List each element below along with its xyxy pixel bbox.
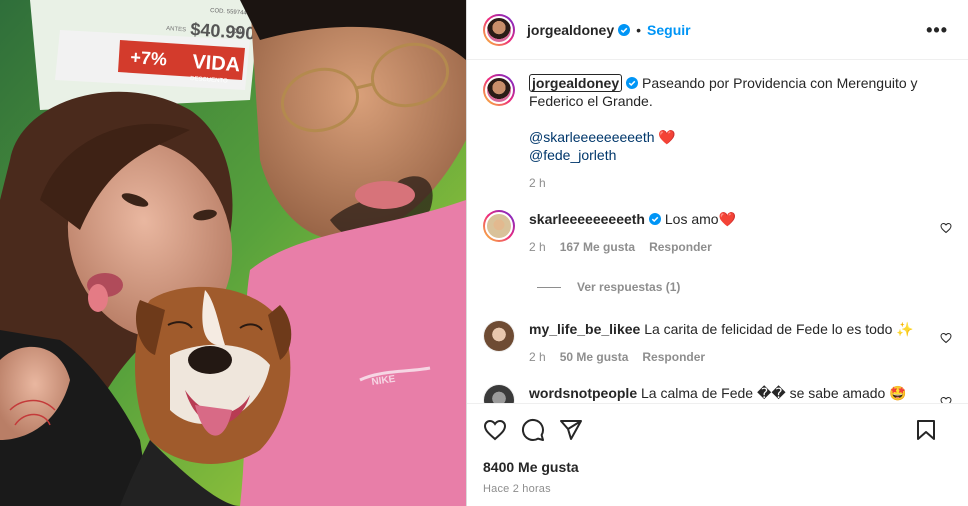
- caption-avatar[interactable]: [483, 74, 515, 106]
- sign-word: VIDA: [192, 51, 241, 76]
- comment-avatar[interactable]: [483, 384, 515, 403]
- comment-emoji: ❤️: [718, 211, 737, 227]
- comment-like-icon[interactable]: [940, 396, 952, 403]
- save-bookmark-icon[interactable]: [914, 418, 938, 442]
- verified-icon: [618, 23, 631, 36]
- follow-button[interactable]: Seguir: [647, 22, 691, 38]
- author-username[interactable]: jorgealdoney: [527, 22, 614, 38]
- comment-username[interactable]: my_life_be_likee: [529, 321, 640, 337]
- comment-text: La carita de felicidad de Fede lo es tod…: [644, 321, 893, 337]
- view-replies-button[interactable]: Ver respuestas (1): [537, 280, 968, 294]
- caption-heart-emoji: ❤️: [658, 129, 676, 145]
- action-icons: [483, 418, 952, 442]
- comment-icon[interactable]: [521, 418, 545, 442]
- more-options-icon[interactable]: •••: [926, 20, 948, 41]
- comment-emoji: ✨: [896, 321, 914, 337]
- like-icon[interactable]: [483, 418, 507, 442]
- comment-body: wordsnotpeople La calma de Fede �� se sa…: [529, 384, 952, 403]
- caption: jorgealdoney Paseando por Providencia co…: [467, 60, 968, 192]
- caption-verified-icon: [626, 77, 639, 89]
- photo-illustration: $40.990 c/u ANTES COD. 559744 +7% VIDA D…: [0, 0, 466, 506]
- comment-verified-icon: [649, 213, 661, 225]
- sign-price-suffix: c/u: [232, 25, 245, 36]
- comment-reply-button[interactable]: Responder: [649, 238, 712, 256]
- post-sidebar: jorgealdoney • Seguir ••• jorgealdoney P…: [466, 0, 968, 506]
- caption-mention-skarleeeeeeeeeth[interactable]: @skarleeeeeeeeeth: [529, 129, 655, 145]
- view-replies-label[interactable]: Ver respuestas (1): [577, 280, 680, 294]
- likes-count[interactable]: 8400 Me gusta: [483, 459, 952, 475]
- share-icon[interactable]: [559, 418, 583, 442]
- post-time-ago[interactable]: Hace 2 horas: [483, 483, 952, 495]
- sign-percent: +7%: [130, 47, 168, 69]
- post-header: jorgealdoney • Seguir •••: [467, 0, 968, 60]
- comment-body: skarleeeeeeeeeth Los amo❤️ 2 h 167 Me gu…: [529, 210, 952, 256]
- comment-text: Los amo: [664, 211, 719, 227]
- comment-username[interactable]: skarleeeeeeeeeth: [529, 211, 645, 227]
- comment-emoji: 🤩: [889, 385, 907, 401]
- post-modal: $40.990 c/u ANTES COD. 559744 +7% VIDA D…: [0, 0, 968, 506]
- caption-body: jorgealdoney Paseando por Providencia co…: [529, 74, 952, 192]
- author-avatar[interactable]: [483, 13, 515, 46]
- comment-item: my_life_be_likee La carita de felicidad …: [467, 320, 968, 366]
- comment-username[interactable]: wordsnotpeople: [529, 385, 637, 401]
- comment-time[interactable]: 2 h: [529, 238, 546, 256]
- comment-avatar[interactable]: [483, 210, 515, 242]
- comment-text: La calma de Fede �� se sabe amado: [641, 385, 886, 401]
- comment-time[interactable]: 2 h: [529, 348, 546, 366]
- comment-body: my_life_be_likee La carita de felicidad …: [529, 320, 952, 366]
- post-photo[interactable]: $40.990 c/u ANTES COD. 559744 +7% VIDA D…: [0, 0, 466, 506]
- caption-time[interactable]: 2 h: [529, 174, 546, 192]
- comment-item: wordsnotpeople La calma de Fede �� se sa…: [467, 384, 968, 403]
- replies-divider: [537, 286, 561, 288]
- header-separator: •: [636, 21, 642, 38]
- comment-avatar[interactable]: [483, 320, 515, 352]
- comment-likes[interactable]: 50 Me gusta: [560, 348, 629, 366]
- comments-list[interactable]: jorgealdoney Paseando por Providencia co…: [467, 60, 968, 403]
- caption-mention-fede[interactable]: @fede_jorleth: [529, 147, 616, 163]
- comment-like-icon[interactable]: [940, 332, 952, 344]
- comment-item: skarleeeeeeeeeth Los amo❤️ 2 h 167 Me gu…: [467, 210, 968, 256]
- post-actions: 8400 Me gusta Hace 2 horas: [467, 403, 968, 506]
- comment-likes[interactable]: 167 Me gusta: [560, 238, 635, 256]
- comment-reply-button[interactable]: Responder: [642, 348, 705, 366]
- caption-username[interactable]: jorgealdoney: [529, 74, 623, 92]
- comment-like-icon[interactable]: [940, 222, 952, 234]
